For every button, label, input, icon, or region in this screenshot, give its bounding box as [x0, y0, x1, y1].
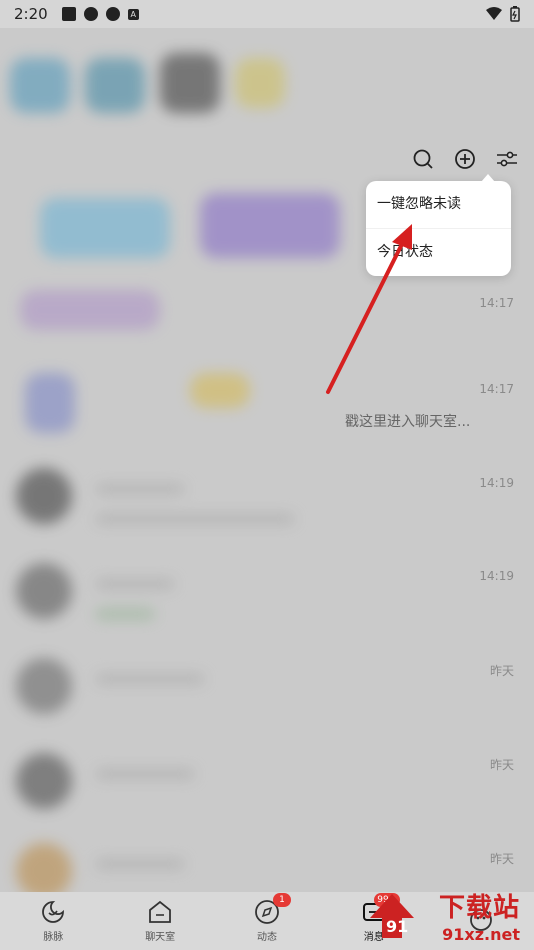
message-time: 14:19 — [479, 569, 514, 583]
status-bar: 2:20 A — [0, 0, 534, 28]
message-time: 昨天 — [489, 664, 514, 678]
add-circle-icon[interactable] — [454, 148, 476, 170]
message-time: 14:19 — [479, 476, 514, 490]
moon-swirl-icon — [42, 901, 65, 923]
nav-label: 聊天室 — [145, 932, 176, 943]
message-time: 昨天 — [489, 852, 514, 866]
message-time: 14:17 — [479, 296, 514, 310]
battery-icon — [510, 6, 520, 22]
watermark: 91 下载站 91xz.net — [360, 888, 530, 948]
header-actions — [412, 148, 518, 170]
menu-item-ignore-unread[interactable]: 一键忽略未读 — [366, 181, 511, 228]
nav-label: 脉脉 — [43, 932, 64, 943]
menu-item-today-status[interactable]: 今日状态 — [366, 228, 511, 276]
nav-item-moments[interactable]: 1 动态 — [227, 893, 307, 943]
message-time: 14:17 — [479, 382, 514, 396]
watermark-brand: 下载站 — [438, 893, 520, 923]
status-time: 2:20 — [14, 5, 48, 23]
aperture-icon — [83, 7, 98, 21]
watermark-logo: 91 — [370, 894, 414, 938]
search-icon[interactable] — [412, 148, 434, 170]
nav-item-chatroom[interactable]: 聊天室 — [120, 899, 200, 943]
notification-badge: 1 — [272, 893, 291, 907]
wifi-icon — [486, 7, 502, 20]
message-preview: 戳这里进入聊天室... — [345, 414, 471, 430]
nav-item-home[interactable]: 脉脉 — [13, 899, 93, 943]
watermark-url: 91xz.net — [442, 925, 520, 944]
status-icons: A — [61, 7, 139, 21]
square-icon — [61, 7, 76, 21]
chatroom-icon — [149, 900, 172, 923]
nav-label: 动态 — [256, 932, 277, 943]
svg-text:91: 91 — [386, 917, 408, 936]
status-right — [486, 6, 520, 22]
aperture-icon — [105, 7, 120, 21]
a-box-icon: A — [127, 8, 139, 20]
filter-sliders-icon[interactable] — [496, 148, 518, 170]
more-options-popup: 一键忽略未读 今日状态 — [366, 174, 511, 276]
message-time: 昨天 — [489, 758, 514, 772]
